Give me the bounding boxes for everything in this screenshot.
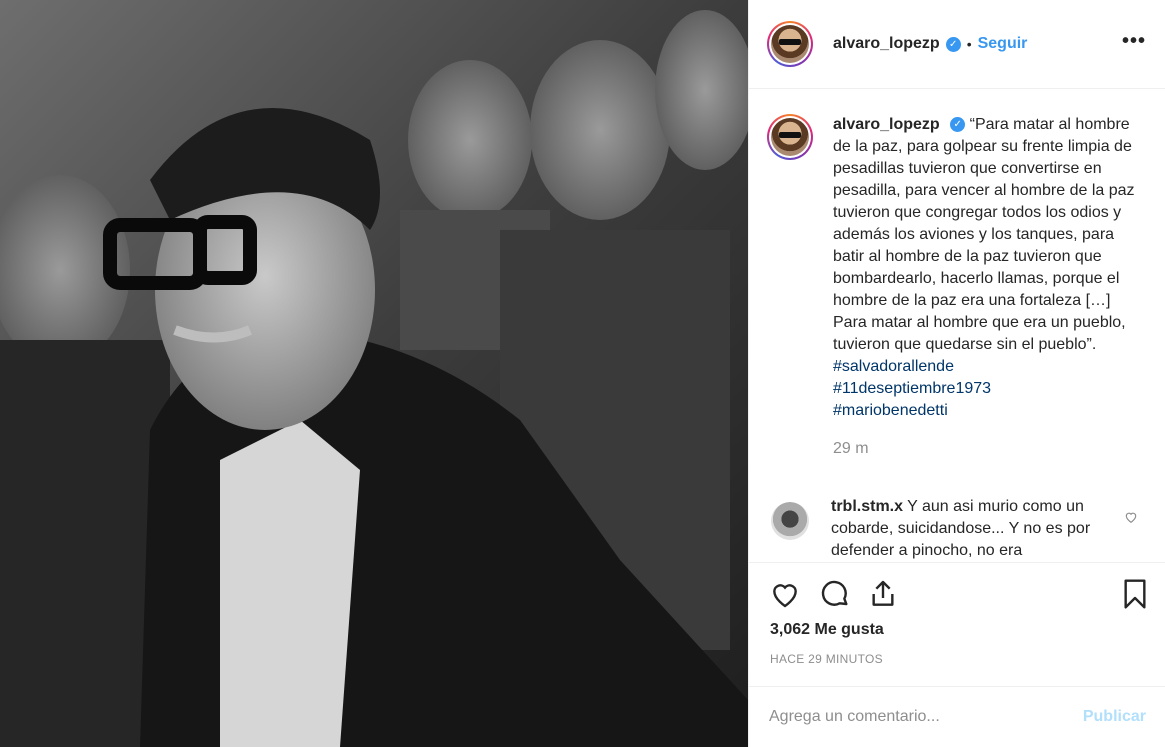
post-photo-image — [0, 0, 748, 747]
caption-username[interactable]: alvaro_lopezp — [833, 116, 940, 133]
comment-item: trbl.stm.x Y aun asi murio como un cobar… — [767, 496, 1152, 562]
likes-count[interactable]: 3,062 Me gusta — [770, 621, 884, 639]
caption-author-avatar[interactable] — [767, 114, 813, 160]
comment-form: Publicar — [749, 686, 1165, 747]
comment-input[interactable] — [769, 708, 1083, 726]
verified-badge-icon: ✓ — [945, 36, 961, 52]
separator-dot: • — [966, 36, 972, 52]
comment-bubble-icon[interactable] — [819, 578, 851, 610]
hashtag-link[interactable]: #salvadorallende — [833, 358, 954, 375]
author-avatar[interactable] — [767, 21, 813, 67]
heart-icon[interactable] — [769, 578, 801, 610]
post-photo[interactable] — [0, 0, 748, 747]
bookmark-icon[interactable] — [1119, 578, 1151, 610]
follow-button[interactable]: Seguir — [978, 35, 1028, 53]
commenter-avatar[interactable] — [771, 502, 809, 540]
action-bar — [749, 562, 1165, 626]
comment-text: trbl.stm.x Y aun asi murio como un cobar… — [831, 496, 1096, 562]
caption-text: alvaro_lopezp ✓ “Para matar al hombre de… — [833, 114, 1138, 422]
caption-section: alvaro_lopezp ✓ “Para matar al hombre de… — [767, 114, 1152, 458]
hashtag-link[interactable]: #mariobenedetti — [833, 400, 1138, 422]
hashtag-link[interactable]: #11deseptiembre1973 — [833, 378, 1138, 400]
caption-body: “Para matar al hombre de la paz, para go… — [833, 116, 1139, 353]
post-sidebar: alvaro_lopezp ✓ • Seguir ••• alvaro_lope… — [748, 0, 1165, 747]
more-options-icon[interactable]: ••• — [1122, 30, 1146, 53]
post-header: alvaro_lopezp ✓ • Seguir ••• — [749, 0, 1165, 89]
caption-timestamp[interactable]: 29 m — [833, 440, 1152, 458]
verified-badge-icon: ✓ — [950, 117, 966, 133]
share-icon[interactable] — [867, 578, 899, 610]
commenter-username[interactable]: trbl.stm.x — [831, 498, 903, 515]
publish-button[interactable]: Publicar — [1083, 708, 1146, 726]
author-username[interactable]: alvaro_lopezp — [833, 35, 940, 53]
post-timestamp[interactable]: HACE 29 MINUTOS — [770, 652, 883, 666]
comment-like-icon[interactable] — [1124, 510, 1138, 524]
